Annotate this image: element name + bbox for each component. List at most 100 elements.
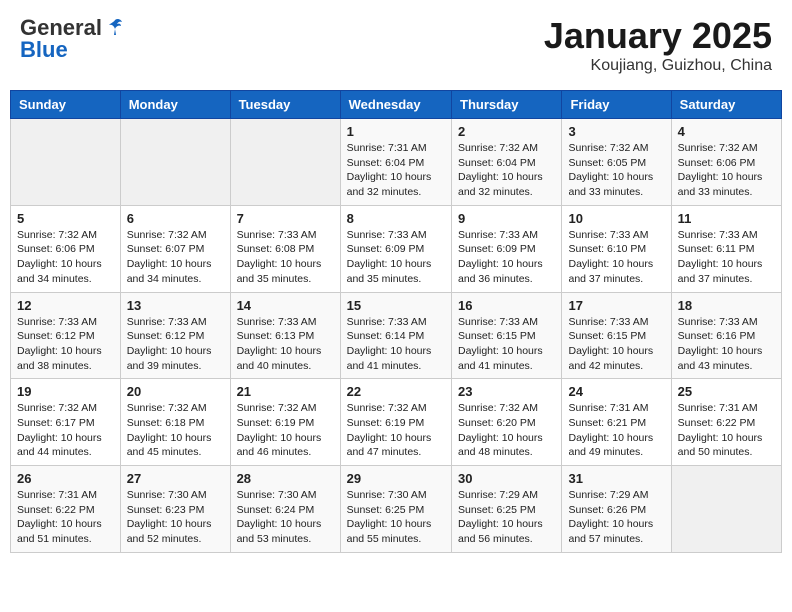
day-number: 3 (568, 124, 664, 139)
calendar-day-cell: 22 Sunrise: 7:32 AM Sunset: 6:19 PM Dayli… (340, 379, 451, 466)
day-info: Sunrise: 7:29 AM Sunset: 6:26 PM Dayligh… (568, 488, 664, 547)
calendar-day-cell: 5Sunrise: 7:32 AM Sunset: 6:06 PM Daylig… (11, 205, 121, 292)
day-number: 30 (458, 471, 555, 486)
day-number: 6 (127, 211, 224, 226)
calendar-day-cell (120, 119, 230, 206)
day-info: Sunrise: 7:33 AM Sunset: 6:13 PM Dayligh… (237, 315, 334, 374)
day-info: Sunrise: 7:33 AM Sunset: 6:09 PM Dayligh… (347, 228, 445, 287)
day-number: 15 (347, 298, 445, 313)
calendar-day-cell: 23 Sunrise: 7:32 AM Sunset: 6:20 PM Dayli… (452, 379, 562, 466)
day-info: Sunrise: 7:33 AM Sunset: 6:09 PM Dayligh… (458, 228, 555, 287)
day-number: 19 (17, 384, 114, 399)
calendar-day-cell: 13 Sunrise: 7:33 AM Sunset: 6:12 PM Dayli… (120, 292, 230, 379)
calendar-day-cell: 3 Sunrise: 7:32 AM Sunset: 6:05 PM Daylig… (562, 119, 671, 206)
calendar-day-cell (230, 119, 340, 206)
calendar-day-cell: 29Sunrise: 7:30 AM Sunset: 6:25 PM Dayli… (340, 466, 451, 553)
weekday-header-tuesday: Tuesday (230, 91, 340, 119)
calendar-day-cell: 21 Sunrise: 7:32 AM Sunset: 6:19 PM Dayli… (230, 379, 340, 466)
day-info: Sunrise: 7:33 AM Sunset: 6:11 PM Dayligh… (678, 228, 775, 287)
calendar-week-row: 19 Sunrise: 7:32 AM Sunset: 6:17 PM Dayli… (11, 379, 782, 466)
day-number: 2 (458, 124, 555, 139)
day-info: Sunrise: 7:32 AM Sunset: 6:17 PM Dayligh… (17, 401, 114, 460)
day-number: 28 (237, 471, 334, 486)
day-number: 22 (347, 384, 445, 399)
logo-blue-text: Blue (20, 37, 68, 63)
day-info: Sunrise: 7:31 AM Sunset: 6:22 PM Dayligh… (678, 401, 775, 460)
calendar-day-cell (671, 466, 781, 553)
day-info: Sunrise: 7:33 AM Sunset: 6:16 PM Dayligh… (678, 315, 775, 374)
day-info: Sunrise: 7:33 AM Sunset: 6:12 PM Dayligh… (127, 315, 224, 374)
weekday-header-sunday: Sunday (11, 91, 121, 119)
location-label: Koujiang, Guizhou, China (544, 57, 772, 75)
calendar-day-cell: 26 Sunrise: 7:31 AM Sunset: 6:22 PM Dayli… (11, 466, 121, 553)
calendar-week-row: 5Sunrise: 7:32 AM Sunset: 6:06 PM Daylig… (11, 205, 782, 292)
day-number: 11 (678, 211, 775, 226)
calendar-day-cell: 4Sunrise: 7:32 AM Sunset: 6:06 PM Daylig… (671, 119, 781, 206)
day-info: Sunrise: 7:33 AM Sunset: 6:08 PM Dayligh… (237, 228, 334, 287)
title-block: January 2025 Koujiang, Guizhou, China (544, 15, 772, 75)
day-info: Sunrise: 7:30 AM Sunset: 6:23 PM Dayligh… (127, 488, 224, 547)
day-info: Sunrise: 7:32 AM Sunset: 6:20 PM Dayligh… (458, 401, 555, 460)
day-number: 29 (347, 471, 445, 486)
weekday-header-wednesday: Wednesday (340, 91, 451, 119)
calendar-week-row: 1Sunrise: 7:31 AM Sunset: 6:04 PM Daylig… (11, 119, 782, 206)
day-info: Sunrise: 7:32 AM Sunset: 6:18 PM Dayligh… (127, 401, 224, 460)
day-info: Sunrise: 7:30 AM Sunset: 6:24 PM Dayligh… (237, 488, 334, 547)
day-info: Sunrise: 7:32 AM Sunset: 6:19 PM Dayligh… (237, 401, 334, 460)
day-info: Sunrise: 7:31 AM Sunset: 6:21 PM Dayligh… (568, 401, 664, 460)
day-number: 16 (458, 298, 555, 313)
day-number: 21 (237, 384, 334, 399)
calendar-day-cell: 1Sunrise: 7:31 AM Sunset: 6:04 PM Daylig… (340, 119, 451, 206)
day-number: 17 (568, 298, 664, 313)
calendar-day-cell: 6 Sunrise: 7:32 AM Sunset: 6:07 PM Daylig… (120, 205, 230, 292)
day-number: 20 (127, 384, 224, 399)
day-number: 9 (458, 211, 555, 226)
weekday-header-row: SundayMondayTuesdayWednesdayThursdayFrid… (11, 91, 782, 119)
day-info: Sunrise: 7:33 AM Sunset: 6:14 PM Dayligh… (347, 315, 445, 374)
day-info: Sunrise: 7:31 AM Sunset: 6:22 PM Dayligh… (17, 488, 114, 547)
weekday-header-friday: Friday (562, 91, 671, 119)
day-number: 13 (127, 298, 224, 313)
calendar-day-cell: 11 Sunrise: 7:33 AM Sunset: 6:11 PM Dayli… (671, 205, 781, 292)
day-info: Sunrise: 7:32 AM Sunset: 6:19 PM Dayligh… (347, 401, 445, 460)
page-header: General Blue January 2025 Koujiang, Guiz… (10, 10, 782, 80)
calendar-day-cell: 17 Sunrise: 7:33 AM Sunset: 6:15 PM Dayli… (562, 292, 671, 379)
day-info: Sunrise: 7:32 AM Sunset: 6:07 PM Dayligh… (127, 228, 224, 287)
day-info: Sunrise: 7:33 AM Sunset: 6:15 PM Dayligh… (458, 315, 555, 374)
day-number: 4 (678, 124, 775, 139)
calendar-day-cell: 31Sunrise: 7:29 AM Sunset: 6:26 PM Dayli… (562, 466, 671, 553)
day-info: Sunrise: 7:32 AM Sunset: 6:05 PM Dayligh… (568, 141, 664, 200)
day-info: Sunrise: 7:29 AM Sunset: 6:25 PM Dayligh… (458, 488, 555, 547)
day-number: 24 (568, 384, 664, 399)
calendar-day-cell: 18Sunrise: 7:33 AM Sunset: 6:16 PM Dayli… (671, 292, 781, 379)
month-title: January 2025 (544, 15, 772, 57)
logo-bird-icon (104, 17, 126, 39)
day-info: Sunrise: 7:32 AM Sunset: 6:04 PM Dayligh… (458, 141, 555, 200)
calendar-day-cell: 20 Sunrise: 7:32 AM Sunset: 6:18 PM Dayli… (120, 379, 230, 466)
day-info: Sunrise: 7:33 AM Sunset: 6:10 PM Dayligh… (568, 228, 664, 287)
day-number: 1 (347, 124, 445, 139)
calendar-day-cell: 24 Sunrise: 7:31 AM Sunset: 6:21 PM Dayli… (562, 379, 671, 466)
day-number: 23 (458, 384, 555, 399)
day-number: 5 (17, 211, 114, 226)
calendar-day-cell: 19 Sunrise: 7:32 AM Sunset: 6:17 PM Dayli… (11, 379, 121, 466)
calendar-day-cell: 28 Sunrise: 7:30 AM Sunset: 6:24 PM Dayli… (230, 466, 340, 553)
calendar-day-cell: 12 Sunrise: 7:33 AM Sunset: 6:12 PM Dayli… (11, 292, 121, 379)
calendar-day-cell: 16 Sunrise: 7:33 AM Sunset: 6:15 PM Dayli… (452, 292, 562, 379)
weekday-header-thursday: Thursday (452, 91, 562, 119)
day-info: Sunrise: 7:33 AM Sunset: 6:12 PM Dayligh… (17, 315, 114, 374)
day-number: 27 (127, 471, 224, 486)
calendar-day-cell: 15 Sunrise: 7:33 AM Sunset: 6:14 PM Dayli… (340, 292, 451, 379)
calendar-day-cell: 10Sunrise: 7:33 AM Sunset: 6:10 PM Dayli… (562, 205, 671, 292)
calendar-table: SundayMondayTuesdayWednesdayThursdayFrid… (10, 90, 782, 553)
calendar-day-cell: 30 Sunrise: 7:29 AM Sunset: 6:25 PM Dayli… (452, 466, 562, 553)
weekday-header-monday: Monday (120, 91, 230, 119)
logo: General Blue (20, 15, 126, 63)
day-number: 12 (17, 298, 114, 313)
calendar-day-cell: 27 Sunrise: 7:30 AM Sunset: 6:23 PM Dayli… (120, 466, 230, 553)
day-number: 7 (237, 211, 334, 226)
calendar-day-cell: 25Sunrise: 7:31 AM Sunset: 6:22 PM Dayli… (671, 379, 781, 466)
day-number: 8 (347, 211, 445, 226)
day-info: Sunrise: 7:33 AM Sunset: 6:15 PM Dayligh… (568, 315, 664, 374)
day-number: 26 (17, 471, 114, 486)
